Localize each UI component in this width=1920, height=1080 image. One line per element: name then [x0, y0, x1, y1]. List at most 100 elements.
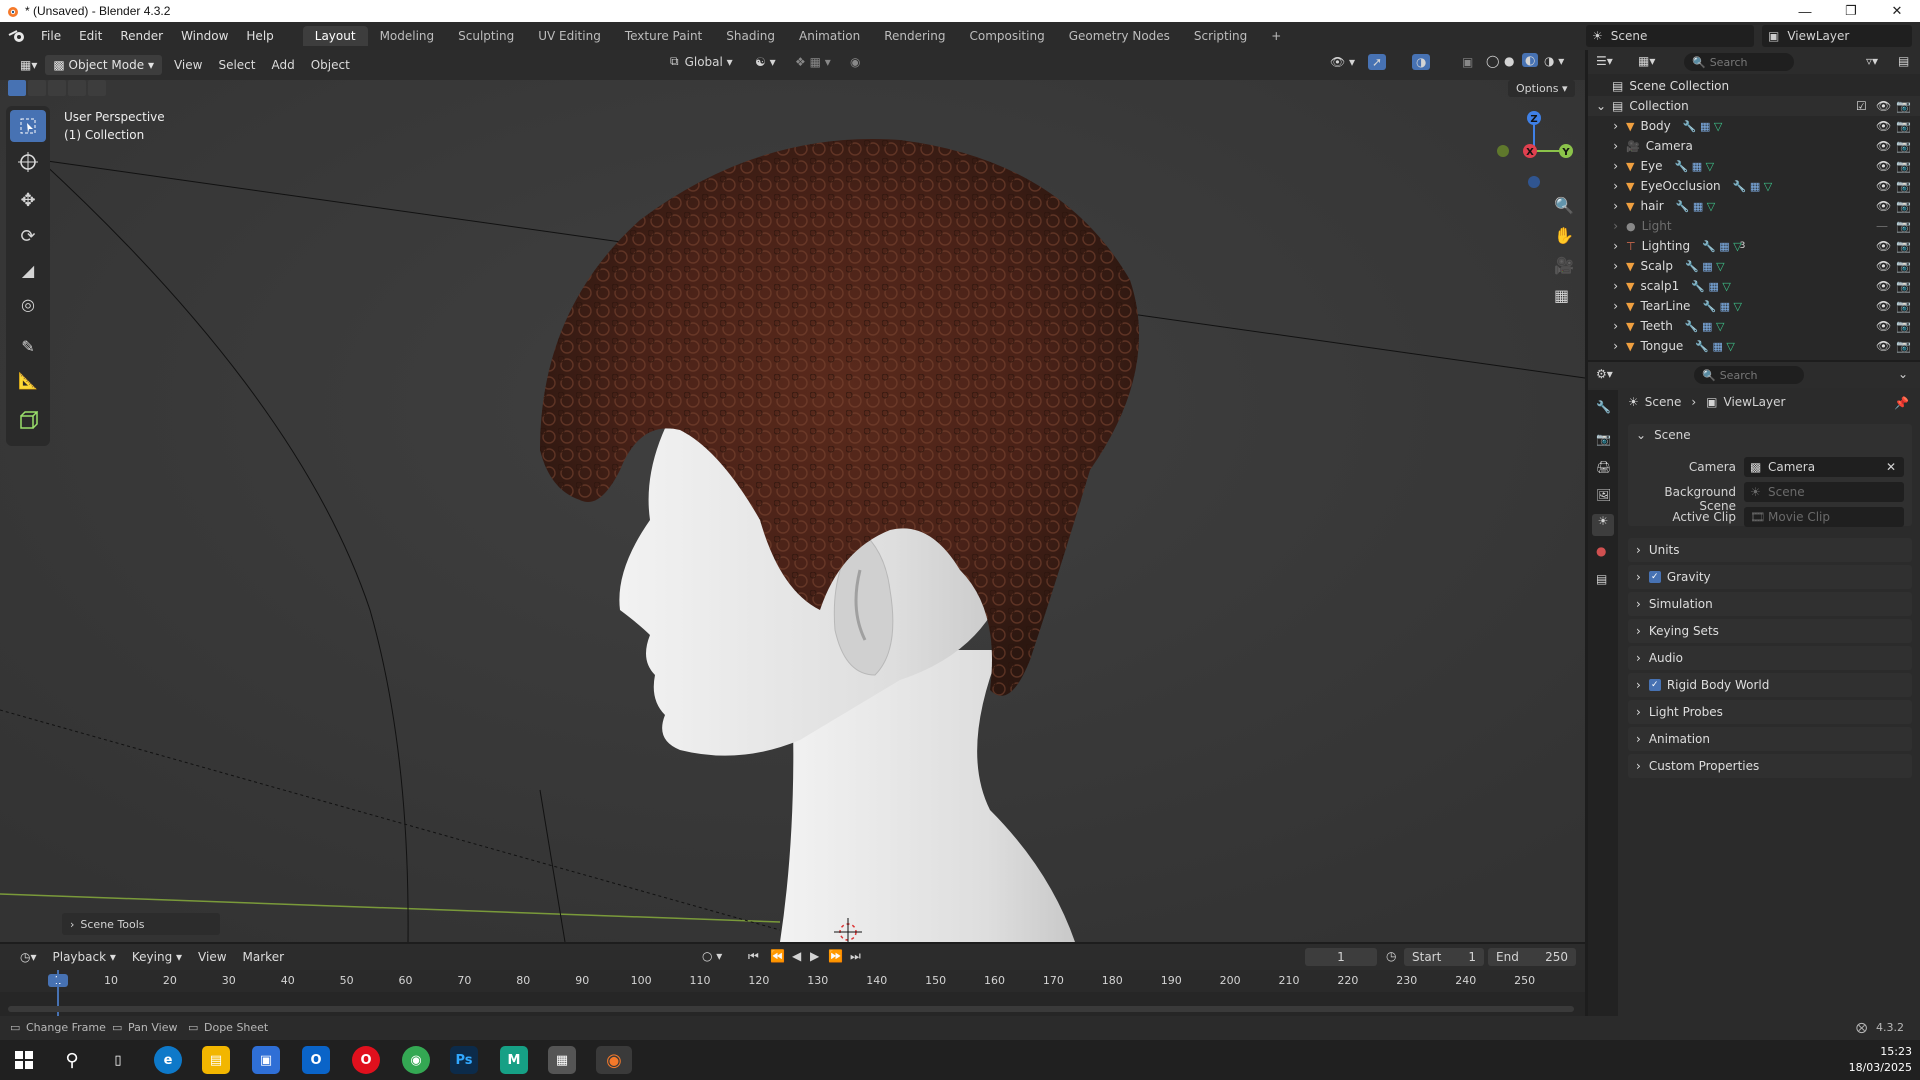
new-collection-icon[interactable]: ▤: [1898, 54, 1909, 68]
blender-menu-icon[interactable]: [8, 28, 26, 44]
current-frame-field[interactable]: 1: [1305, 948, 1377, 966]
close-window-button[interactable]: ✕: [1874, 0, 1920, 22]
render-camera-icon[interactable]: 📷: [1896, 319, 1911, 333]
outliner-item[interactable]: › 🎥 Camera 👁 📷: [1588, 136, 1920, 156]
gravity-checkbox[interactable]: ✓: [1648, 571, 1661, 583]
transform-tool[interactable]: ◎: [10, 288, 46, 320]
chevron-right-icon[interactable]: ›: [1588, 159, 1618, 173]
rotate-tool[interactable]: ⟳: [10, 220, 46, 252]
render-camera-icon[interactable]: 📷: [1896, 139, 1911, 153]
menu-window[interactable]: Window: [172, 29, 237, 43]
modifier-icon[interactable]: 🔧 ▦ ▽: [1683, 120, 1723, 133]
next-keyframe-icon[interactable]: ⏩: [828, 949, 843, 963]
panel-gravity[interactable]: › ✓ Gravity: [1628, 565, 1912, 589]
eye-icon[interactable]: 👁: [1876, 199, 1891, 213]
material-shading-icon[interactable]: ◐: [1522, 53, 1539, 67]
panel-light-probes[interactable]: › Light Probes: [1628, 700, 1912, 724]
editor-type-icon[interactable]: ▦▾: [12, 56, 45, 74]
outliner-item[interactable]: › ▼ Scalp 🔧 ▦ ▽ 👁 📷: [1588, 256, 1920, 276]
task-view-icon[interactable]: ▯: [104, 1046, 132, 1074]
menu-edit[interactable]: Edit: [70, 29, 111, 43]
menu-select[interactable]: Select: [210, 56, 263, 74]
maximize-button[interactable]: ❐: [1828, 0, 1874, 22]
outliner-item[interactable]: › ▼ EyeOcclusion 🔧 ▦ ▽ 👁 📷: [1588, 176, 1920, 196]
menu-render[interactable]: Render: [111, 29, 172, 43]
visibility-dropdown[interactable]: 👁 ▾: [1330, 55, 1355, 69]
modifier-icon[interactable]: 🔧 ▦ ▽: [1695, 340, 1735, 353]
menu-marker[interactable]: Marker: [235, 948, 292, 966]
gizmo-toggle-icon[interactable]: ➚: [1368, 54, 1387, 70]
filter-icon[interactable]: ▿▾: [1866, 54, 1878, 68]
end-frame-field[interactable]: End 250: [1488, 948, 1576, 966]
wireframe-shading-icon[interactable]: ◯: [1486, 54, 1499, 68]
tab-animation[interactable]: Animation: [787, 26, 872, 46]
render-camera-icon[interactable]: 📷: [1896, 99, 1911, 113]
modifier-icon[interactable]: 🔧 ▦ ▽: [1691, 280, 1731, 293]
blender-taskbar-icon[interactable]: ◉: [596, 1046, 632, 1074]
app-generic-icon[interactable]: ▦: [548, 1046, 576, 1074]
panel-rigid-body-world[interactable]: › ✓ Rigid Body World: [1628, 673, 1912, 697]
proportional-edit-icon[interactable]: ◉: [850, 55, 860, 69]
chevron-right-icon[interactable]: ›: [1588, 239, 1618, 253]
outliner-search-input[interactable]: 🔍 Search: [1684, 53, 1794, 71]
timeline-editor-icon[interactable]: ◷▾: [12, 948, 45, 966]
overlay-toggle-icon[interactable]: ◑: [1412, 54, 1431, 70]
eye-icon[interactable]: 👁: [1876, 279, 1891, 293]
measure-tool[interactable]: 📐: [10, 364, 46, 396]
chevron-down-icon[interactable]: ⌄: [1588, 99, 1606, 113]
chevron-right-icon[interactable]: ›: [1588, 259, 1618, 273]
edge-icon[interactable]: e: [154, 1046, 182, 1074]
chevron-right-icon[interactable]: ›: [1588, 119, 1618, 133]
tab-texture-paint[interactable]: Texture Paint: [613, 26, 714, 46]
panel-keying-sets[interactable]: › Keying Sets: [1628, 619, 1912, 643]
outliner-item[interactable]: › ▼ Tongue 🔧 ▦ ▽ 👁 📷: [1588, 336, 1920, 356]
chevron-down-icon[interactable]: ⌄: [1898, 367, 1908, 381]
chevron-right-icon[interactable]: ›: [1588, 339, 1618, 353]
render-camera-icon[interactable]: 📷: [1896, 119, 1911, 133]
options-dropdown[interactable]: Options ▾: [1508, 80, 1576, 97]
scene-tools-panel[interactable]: › Scene Tools: [62, 913, 220, 935]
transform-orientation-dropdown[interactable]: ⧉ Global ▾: [670, 54, 733, 69]
photoshop-icon[interactable]: Ps: [450, 1046, 478, 1074]
panel-animation[interactable]: › Animation: [1628, 727, 1912, 751]
cursor-tool[interactable]: [10, 146, 46, 178]
chevron-right-icon[interactable]: ›: [1588, 219, 1618, 233]
rendered-shading-icon[interactable]: ◑ ▾: [1544, 54, 1564, 68]
chevron-right-icon[interactable]: ›: [1588, 199, 1618, 213]
menu-add[interactable]: Add: [263, 56, 302, 74]
scene-panel-header[interactable]: ⌄ Scene: [1636, 428, 1691, 442]
render-camera-icon[interactable]: 📷: [1896, 179, 1911, 193]
file-explorer-icon[interactable]: ▤: [202, 1046, 230, 1074]
viewlayer-selector[interactable]: ▣ ViewLayer: [1762, 25, 1912, 47]
outliner-editor-icon[interactable]: ☰▾: [1596, 54, 1613, 68]
clear-icon[interactable]: ✕: [1886, 460, 1896, 474]
eye-icon[interactable]: 👁: [1876, 159, 1891, 173]
tab-geometry-nodes[interactable]: Geometry Nodes: [1057, 26, 1182, 46]
properties-editor-icon[interactable]: ⚙▾: [1596, 367, 1613, 381]
select-extend-icon[interactable]: [28, 80, 46, 96]
snap-icon[interactable]: ❖ ▦ ▾: [795, 55, 831, 69]
collection-tab-icon[interactable]: ▤: [1596, 572, 1607, 586]
eye-icon[interactable]: 👁: [1876, 319, 1891, 333]
timeline-area[interactable]: 1102030405060708090100110120130140150160…: [0, 970, 1585, 1020]
search-icon[interactable]: ⚲: [58, 1046, 86, 1074]
chevron-right-icon[interactable]: ›: [1588, 279, 1618, 293]
start-frame-field[interactable]: Start 1: [1404, 948, 1484, 966]
eye-icon[interactable]: —: [1876, 219, 1888, 233]
tab-shading[interactable]: Shading: [714, 26, 787, 46]
menu-file[interactable]: File: [32, 29, 70, 43]
outliner-item[interactable]: › ⊤ Lighting 🔧 ▦ ▽ 3 👁 📷: [1588, 236, 1920, 256]
modifier-icon[interactable]: 🔧 ▦ ▽: [1675, 160, 1715, 173]
menu-view[interactable]: View: [166, 56, 210, 74]
camera-view-icon[interactable]: 🎥: [1554, 256, 1574, 275]
tab-rendering[interactable]: Rendering: [872, 26, 957, 46]
tab-scripting[interactable]: Scripting: [1182, 26, 1259, 46]
tab-sculpting[interactable]: Sculpting: [446, 26, 526, 46]
eye-icon[interactable]: 👁: [1876, 299, 1891, 313]
mode-dropdown[interactable]: ▩ Object Mode ▾: [45, 55, 162, 75]
solid-shading-icon[interactable]: ●: [1504, 54, 1514, 68]
background-scene-field[interactable]: ☀ Scene: [1744, 482, 1904, 502]
render-camera-icon[interactable]: 📷: [1896, 259, 1911, 273]
annotate-tool[interactable]: ✎: [10, 330, 46, 362]
active-clip-field[interactable]: 🎞 Movie Clip: [1744, 507, 1904, 527]
